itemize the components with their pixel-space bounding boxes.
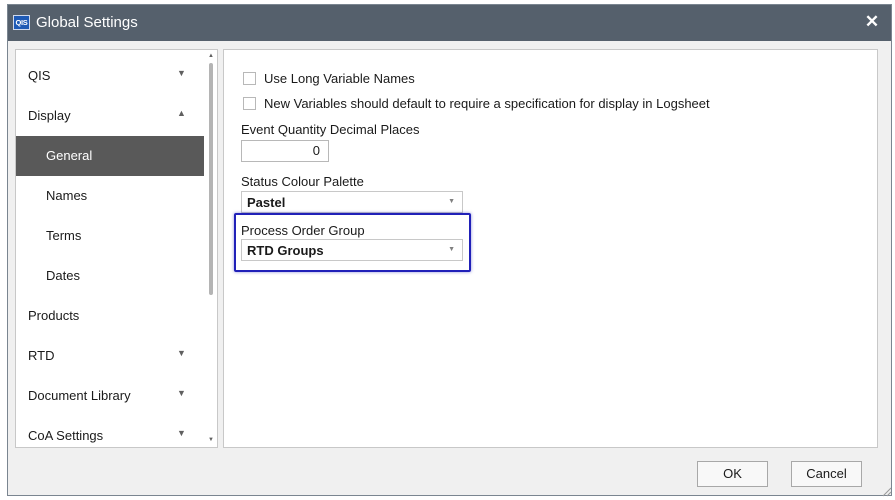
sidebar-scrollbar[interactable]: ▲ ▼ — [204, 50, 217, 447]
decimal-places-label: Event Quantity Decimal Places — [241, 122, 420, 137]
chevron-down-icon: ▼ — [448, 198, 455, 205]
sidebar-item-terms[interactable]: Terms — [16, 216, 204, 256]
cancel-button[interactable]: Cancel — [791, 461, 862, 487]
scrollbar-thumb[interactable] — [209, 63, 213, 295]
settings-content-panel: Use Long Variable Names New Variables sh… — [223, 49, 878, 448]
sidebar-item-label: Products — [28, 308, 80, 323]
ok-button[interactable]: OK — [697, 461, 768, 487]
scroll-down-icon[interactable]: ▼ — [207, 436, 215, 444]
colour-palette-select[interactable]: Pastel ▼ — [241, 191, 463, 213]
require-specification-label: New Variables should default to require … — [264, 96, 710, 111]
sidebar-item-label: CoA Settings — [28, 428, 104, 443]
chevron-up-icon[interactable]: ▲ — [177, 108, 186, 118]
sidebar-item-display[interactable]: Display ▲ — [16, 96, 204, 136]
decimal-places-input[interactable]: 0 — [241, 140, 329, 162]
sidebar-item-general[interactable]: General — [16, 136, 204, 176]
chevron-down-icon[interactable]: ▼ — [177, 428, 186, 438]
sidebar-item-label: Display — [28, 108, 71, 123]
colour-palette-label: Status Colour Palette — [241, 174, 364, 189]
title-bar[interactable]: QIS Global Settings ✕ — [8, 5, 891, 41]
close-icon[interactable]: ✕ — [859, 9, 885, 35]
chevron-down-icon: ▼ — [448, 246, 455, 253]
settings-sidebar: QIS ▼ Display ▲ General Names Terms Date… — [15, 49, 218, 448]
scroll-up-icon[interactable]: ▲ — [207, 52, 215, 60]
sidebar-item-label: General — [46, 148, 93, 163]
sidebar-item-label: Names — [46, 188, 88, 203]
sidebar-item-label: QIS — [28, 68, 51, 83]
sidebar-item-document-library[interactable]: Document Library ▼ — [16, 376, 204, 416]
chevron-down-icon[interactable]: ▼ — [177, 388, 186, 398]
resize-grip-icon[interactable] — [880, 485, 892, 497]
long-variable-names-checkbox[interactable] — [243, 72, 256, 85]
process-order-group-value: RTD Groups — [247, 243, 324, 258]
sidebar-item-label: Document Library — [28, 388, 131, 403]
process-order-group-label: Process Order Group — [241, 223, 365, 238]
require-specification-checkbox[interactable] — [243, 97, 256, 110]
long-variable-names-label: Use Long Variable Names — [264, 71, 415, 86]
chevron-down-icon[interactable]: ▼ — [177, 68, 186, 78]
chevron-down-icon[interactable]: ▼ — [177, 348, 186, 358]
sidebar-item-names[interactable]: Names — [16, 176, 204, 216]
sidebar-item-label: Terms — [46, 228, 82, 243]
sidebar-item-coa-settings[interactable]: CoA Settings ▼ — [16, 416, 204, 447]
qis-app-icon: QIS — [13, 15, 30, 30]
sidebar-item-label: Dates — [46, 268, 80, 283]
colour-palette-value: Pastel — [247, 195, 286, 210]
sidebar-item-rtd[interactable]: RTD ▼ — [16, 336, 204, 376]
sidebar-item-qis[interactable]: QIS ▼ — [16, 56, 204, 96]
sidebar-item-dates[interactable]: Dates — [16, 256, 204, 296]
window-title: Global Settings — [36, 14, 138, 31]
process-order-group-select[interactable]: RTD Groups ▼ — [241, 239, 463, 261]
sidebar-item-label: RTD — [28, 348, 55, 363]
sidebar-item-products[interactable]: Products — [16, 296, 204, 336]
